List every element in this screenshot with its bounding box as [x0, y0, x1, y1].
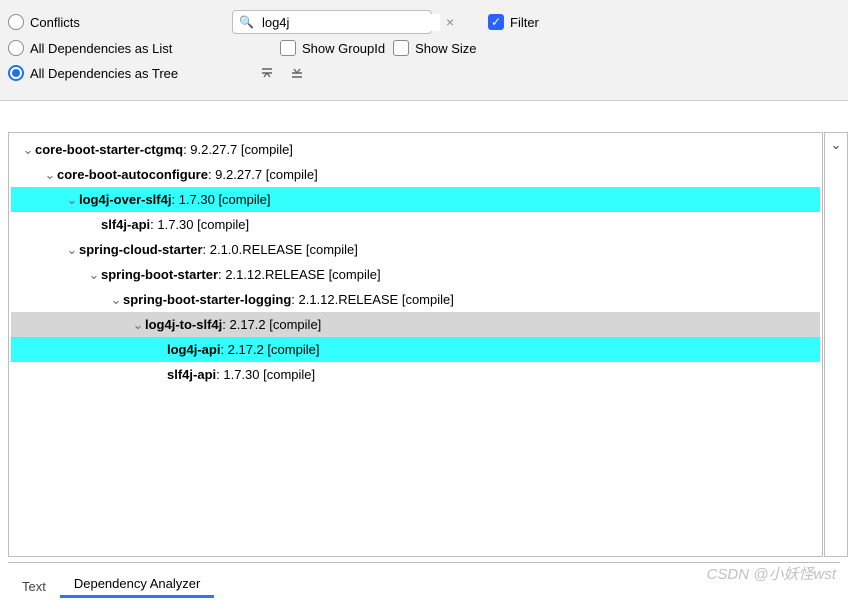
artifact-name: log4j-api [167, 342, 220, 357]
tree-node[interactable]: slf4j-api : 1.7.30 [compile] [11, 362, 820, 387]
radio-icon [8, 40, 24, 56]
radio-conflicts[interactable]: Conflicts [8, 14, 224, 30]
checkbox-icon [393, 40, 409, 56]
artifact-meta: : 2.17.2 [compile] [222, 317, 321, 332]
artifact-meta: : 2.1.0.RELEASE [compile] [203, 242, 358, 257]
chevron-down-icon[interactable]: ⌄ [43, 167, 57, 183]
radio-icon [8, 14, 24, 30]
artifact-name: spring-boot-starter [101, 267, 218, 282]
chevron-down-icon[interactable]: ⌄ [131, 317, 145, 333]
tree-node[interactable]: slf4j-api : 1.7.30 [compile] [11, 212, 820, 237]
artifact-meta: : 9.2.27.7 [compile] [208, 167, 318, 182]
chevron-down-icon[interactable]: ⌄ [21, 142, 35, 158]
artifact-name: log4j-over-slf4j [79, 192, 171, 207]
dependency-tree[interactable]: ⌄core-boot-starter-ctgmq : 9.2.27.7 [com… [8, 132, 823, 557]
artifact-meta: : 1.7.30 [compile] [216, 367, 315, 382]
tree-node[interactable]: ⌄core-boot-starter-ctgmq : 9.2.27.7 [com… [11, 137, 820, 162]
toolbar: Conflicts 🔍 × ✓ Filter All Dependencies … [0, 0, 848, 101]
tree-node[interactable]: log4j-api : 2.17.2 [compile] [11, 337, 820, 362]
checkbox-label: Show Size [415, 41, 476, 56]
radio-as-list[interactable]: All Dependencies as List [8, 40, 224, 56]
chevron-down-icon[interactable]: ⌄ [65, 242, 79, 258]
tab-text[interactable]: Text [8, 573, 60, 598]
tree-node[interactable]: ⌄spring-cloud-starter : 2.1.0.RELEASE [c… [11, 237, 820, 262]
artifact-name: log4j-to-slf4j [145, 317, 222, 332]
chevron-down-icon: ⌄ [831, 137, 842, 152]
checkbox-label: Filter [510, 15, 539, 30]
artifact-meta: : 1.7.30 [compile] [171, 192, 270, 207]
artifact-name: spring-cloud-starter [79, 242, 203, 257]
tree-node[interactable]: ⌄spring-boot-starter-logging : 2.1.12.RE… [11, 287, 820, 312]
artifact-name: core-boot-autoconfigure [57, 167, 208, 182]
radio-label: All Dependencies as Tree [30, 66, 178, 81]
radio-as-tree[interactable]: All Dependencies as Tree [8, 65, 248, 81]
search-field[interactable] [260, 14, 440, 31]
checkbox-show-size[interactable]: Show Size [393, 40, 476, 56]
checkbox-label: Show GroupId [302, 41, 385, 56]
radio-icon [8, 65, 24, 81]
artifact-meta: : 2.1.12.RELEASE [compile] [218, 267, 381, 282]
chevron-down-icon[interactable]: ⌄ [87, 267, 101, 283]
artifact-meta: : 9.2.27.7 [compile] [183, 142, 293, 157]
artifact-name: spring-boot-starter-logging [123, 292, 291, 307]
collapse-all-icon[interactable] [256, 62, 278, 84]
chevron-down-icon[interactable]: ⌄ [65, 192, 79, 208]
artifact-meta: : 1.7.30 [compile] [150, 217, 249, 232]
tree-node[interactable]: ⌄core-boot-autoconfigure : 9.2.27.7 [com… [11, 162, 820, 187]
checkbox-icon [280, 40, 296, 56]
checkbox-filter[interactable]: ✓ Filter [488, 14, 539, 30]
radio-label: Conflicts [30, 15, 80, 30]
expand-all-icon[interactable] [286, 62, 308, 84]
clear-icon[interactable]: × [446, 15, 454, 29]
search-icon: 🔍 [239, 15, 254, 29]
tab-dependency-analyzer[interactable]: Dependency Analyzer [60, 570, 214, 598]
tree-node[interactable]: ⌄log4j-over-slf4j : 1.7.30 [compile] [11, 187, 820, 212]
bottom-tabs: Text Dependency Analyzer [8, 562, 840, 598]
artifact-name: slf4j-api [101, 217, 150, 232]
chevron-down-icon[interactable]: ⌄ [109, 292, 123, 308]
checkbox-show-groupid[interactable]: Show GroupId [280, 40, 385, 56]
artifact-meta: : 2.1.12.RELEASE [compile] [291, 292, 454, 307]
search-input[interactable]: 🔍 × [232, 10, 432, 34]
tree-node[interactable]: ⌄log4j-to-slf4j : 2.17.2 [compile] [11, 312, 820, 337]
tree-node[interactable]: ⌄spring-boot-starter : 2.1.12.RELEASE [c… [11, 262, 820, 287]
artifact-name: core-boot-starter-ctgmq [35, 142, 183, 157]
artifact-name: slf4j-api [167, 367, 216, 382]
artifact-meta: : 2.17.2 [compile] [220, 342, 319, 357]
side-panel-toggle[interactable]: ⌄ [824, 132, 848, 557]
checkbox-icon: ✓ [488, 14, 504, 30]
radio-label: All Dependencies as List [30, 41, 172, 56]
